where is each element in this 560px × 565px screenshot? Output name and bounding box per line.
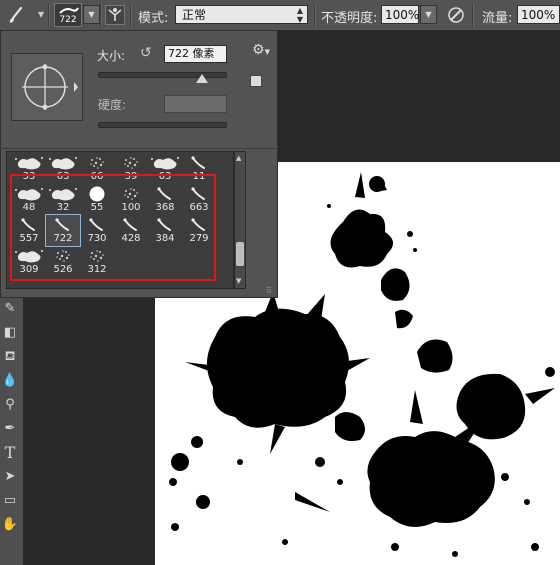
rectangle-tool-icon[interactable]: ▭ <box>0 490 20 512</box>
path-selection-tool-icon[interactable]: ➤ <box>0 466 20 488</box>
mode-label: 模式: <box>138 11 169 26</box>
brush-tip-icon <box>46 154 80 172</box>
scroll-up-arrow-icon[interactable]: ▲ <box>236 154 241 162</box>
mixer-brush-tool-icon[interactable]: ✎ <box>0 298 20 320</box>
brush-size-readout: 722 <box>59 15 77 25</box>
preset-list-scrollbar[interactable]: ▲ ▼ <box>234 151 246 289</box>
flow-label: 流量: <box>482 11 513 26</box>
new-preset-icon[interactable] <box>250 75 262 87</box>
options-bar: ▼ 722 ▼ 模式: 正常 ▲ ▼ 不透明度: 100% ▼ 流量: 100% <box>0 0 560 31</box>
brush-tip-icon <box>80 154 114 172</box>
hand-tool-icon[interactable]: ✋ <box>0 514 20 536</box>
scroll-down-arrow-icon[interactable]: ▼ <box>236 277 241 285</box>
eraser-tool-icon[interactable]: ◧ <box>0 322 20 344</box>
pen-tool-icon[interactable]: ✒ <box>0 418 20 440</box>
flow-input[interactable]: 100% <box>517 5 560 24</box>
hardness-label: 硬度: <box>98 98 127 112</box>
type-tool-icon[interactable]: T <box>0 442 20 464</box>
brush-tip-icon <box>114 154 148 172</box>
brush-panel-toggle-icon[interactable] <box>105 5 125 25</box>
flow-value: 100% <box>521 8 556 22</box>
pressure-opacity-icon[interactable] <box>446 5 466 25</box>
brush-preset-dropdown-button[interactable]: ▼ <box>83 5 100 24</box>
scrollbar-thumb[interactable] <box>236 242 244 266</box>
opacity-dropdown-button[interactable]: ▼ <box>420 5 437 24</box>
brush-tip-icon <box>182 154 216 172</box>
resize-grip-icon[interactable]: ⠿ <box>266 286 272 295</box>
brush-angle-preview[interactable] <box>11 53 83 121</box>
brush-tool-icon[interactable] <box>6 5 26 25</box>
reset-size-icon[interactable]: ↺ <box>140 45 152 61</box>
blend-mode-value: 正常 <box>182 8 207 22</box>
size-label: 大小: <box>97 49 126 63</box>
opacity-label: 不透明度: <box>321 11 378 26</box>
blend-mode-select[interactable]: 正常 ▲ ▼ <box>175 5 308 24</box>
brush-settings-area: 大小: ↺ 722 像素 ⚙▼ 硬度: <box>2 32 277 149</box>
paint-bucket-tool-icon[interactable]: ⛾ <box>0 346 20 368</box>
size-value: 722 像素 <box>168 47 215 60</box>
opacity-value: 100% <box>385 8 420 22</box>
size-slider-handle[interactable] <box>196 74 209 83</box>
updown-arrow-icon: ▲ ▼ <box>296 6 303 24</box>
brush-tip-icon <box>12 154 46 172</box>
blur-tool-icon[interactable]: 💧 <box>0 370 20 392</box>
dodge-tool-icon[interactable]: ⚲ <box>0 394 20 416</box>
size-input[interactable]: 722 像素 <box>164 45 227 63</box>
brush-preset-picker[interactable]: 722 <box>54 3 82 27</box>
hardness-input[interactable] <box>164 95 227 113</box>
opacity-input[interactable]: 100% <box>381 5 419 24</box>
panel-settings-gear-icon[interactable]: ⚙▼ <box>252 42 270 58</box>
hardness-slider[interactable] <box>98 122 227 128</box>
tool-preset-dropdown-icon[interactable]: ▼ <box>38 10 44 19</box>
highlight-annotation-box <box>10 174 216 281</box>
brush-tip-icon <box>148 154 182 172</box>
